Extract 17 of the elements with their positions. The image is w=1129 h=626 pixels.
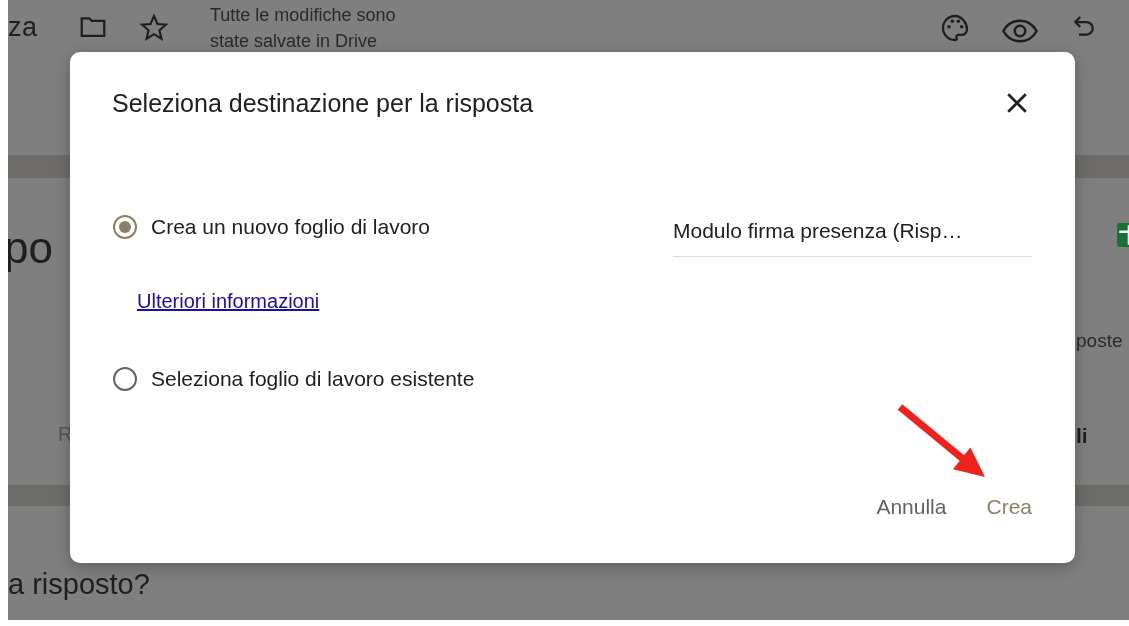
question-fragment: a risposto?	[8, 568, 150, 600]
text-fragment: li	[1076, 424, 1088, 448]
text-fragment: poste	[1076, 330, 1123, 352]
title-fragment: za	[8, 12, 39, 43]
option-label[interactable]: Crea un nuovo foglio di lavoro	[151, 215, 430, 239]
radio-button[interactable]	[113, 215, 137, 239]
star-icon[interactable]	[138, 12, 170, 44]
save-status-text: state salvate in Drive	[210, 30, 379, 53]
radio-button[interactable]	[113, 367, 137, 391]
learn-more-link[interactable]: Ulteriori informazioni	[137, 289, 320, 313]
palette-icon[interactable]	[939, 12, 971, 44]
save-status-text: Tutte le modifiche sono	[210, 4, 396, 27]
dialog-title: Seleziona destinazione per la risposta	[112, 88, 534, 118]
cancel-button[interactable]: Annulla	[866, 489, 957, 525]
sheet-name-field[interactable]: Modulo firma presenza (Risp…	[673, 211, 1032, 257]
create-button[interactable]: Crea	[976, 489, 1042, 525]
option-label[interactable]: Seleziona foglio di lavoro esistente	[151, 367, 475, 391]
